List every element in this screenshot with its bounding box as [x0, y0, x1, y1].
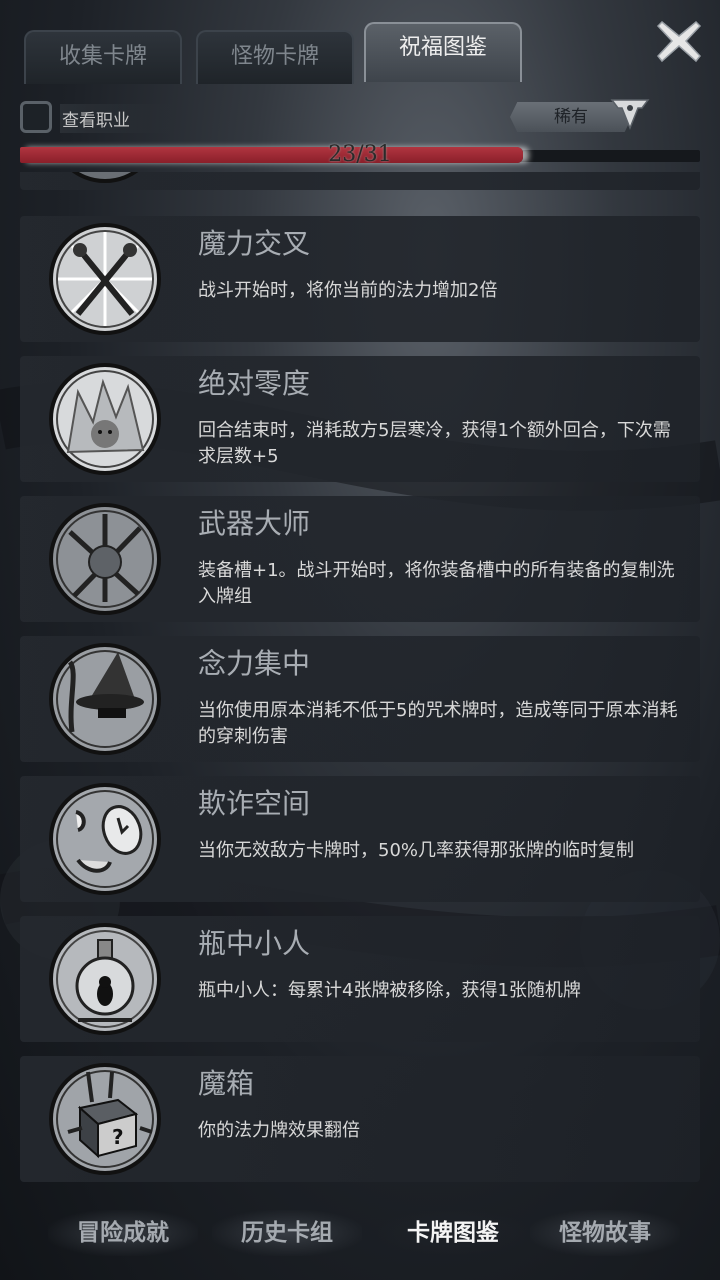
- blessing-name: 欺诈空间: [198, 787, 311, 820]
- progress-text: 23/31: [328, 142, 392, 167]
- blessing-name: 绝对零度: [198, 367, 311, 400]
- nav-adventure-achievements[interactable]: 冒险成就: [48, 1210, 198, 1256]
- crossed-wands-icon: [49, 223, 161, 335]
- list-item[interactable]: ? 魔箱 你的法力牌效果翻倍: [20, 1056, 700, 1182]
- view-class-label: 查看职业: [60, 104, 190, 133]
- collection-progress: 23/31: [20, 142, 700, 167]
- tab-monster-cards[interactable]: 怪物卡牌: [196, 30, 354, 84]
- blessing-name: 武器大师: [198, 507, 311, 540]
- blessing-list[interactable]: 魔力交叉 战斗开始时，将你当前的法力增加2倍 绝对零度 回合结束时，消耗敌方5层…: [20, 172, 700, 1190]
- top-tab-bar: 收集卡牌 怪物卡牌 祝福图鉴: [24, 22, 544, 84]
- blessing-description: 当你无效敌方卡牌时，50%几率获得那张牌的临时复制: [198, 840, 635, 861]
- chevron-down-icon: [610, 99, 650, 131]
- blessing-description: 你的法力牌效果翻倍: [198, 1120, 360, 1141]
- blessing-description: 战斗开始时，将你当前的法力增加2倍: [198, 280, 498, 301]
- bottle-imp-icon: [49, 923, 161, 1035]
- list-item[interactable]: 欺诈空间 当你无效敌方卡牌时，50%几率获得那张牌的临时复制: [20, 776, 700, 902]
- svg-text:?: ?: [112, 1125, 124, 1149]
- nav-history-decks[interactable]: 历史卡组: [212, 1210, 362, 1256]
- view-class-checkbox[interactable]: [20, 101, 52, 133]
- filter-row: 查看职业 稀有: [20, 98, 700, 136]
- blessing-portrait-icon: [71, 172, 139, 183]
- blessing-name: 魔箱: [198, 1067, 255, 1100]
- nav-monster-stories[interactable]: 怪物故事: [530, 1210, 680, 1256]
- close-icon[interactable]: [656, 18, 702, 64]
- blessing-name: 魔力交叉: [198, 227, 311, 260]
- rarity-dropdown[interactable]: 稀有: [510, 99, 670, 134]
- list-item[interactable]: 瓶中小人 瓶中小人：每累计4张牌被移除，获得1张随机牌: [20, 916, 700, 1042]
- blessing-description: 当你使用原本消耗不低于5的咒术牌时，造成等同于原本消耗的穿刺伤害: [198, 700, 678, 747]
- wizard-icon: [49, 643, 161, 755]
- list-item[interactable]: 武器大师 装备槽+1。战斗开始时，将你装备槽中的所有装备的复制洗入牌组: [20, 496, 700, 622]
- list-item[interactable]: [20, 172, 700, 190]
- blessing-description: 回合结束时，消耗敌方5层寒冷，获得1个额外回合，下次需求层数+5: [198, 420, 671, 467]
- magic-box-icon: ?: [49, 1063, 161, 1175]
- weapon-master-icon: [49, 503, 161, 615]
- blessing-name: 瓶中小人: [198, 927, 311, 960]
- blessing-description: 装备槽+1。战斗开始时，将你装备槽中的所有装备的复制洗入牌组: [198, 560, 675, 607]
- blessing-description: 瓶中小人：每累计4张牌被移除，获得1张随机牌: [198, 980, 581, 1001]
- bottom-nav: 冒险成就 历史卡组 卡牌图鉴 怪物故事: [0, 1198, 720, 1280]
- frozen-demon-icon: [49, 363, 161, 475]
- tab-collected-cards[interactable]: 收集卡牌: [24, 30, 182, 84]
- list-item[interactable]: 念力集中 当你使用原本消耗不低于5的咒术牌时，造成等同于原本消耗的穿刺伤害: [20, 636, 700, 762]
- blessing-name: 念力集中: [198, 647, 311, 680]
- list-item[interactable]: 魔力交叉 战斗开始时，将你当前的法力增加2倍: [20, 216, 700, 342]
- list-item[interactable]: 绝对零度 回合结束时，消耗敌方5层寒冷，获得1个额外回合，下次需求层数+5: [20, 356, 700, 482]
- nav-card-codex[interactable]: 卡牌图鉴: [378, 1210, 528, 1256]
- tab-blessing-codex[interactable]: 祝福图鉴: [364, 22, 522, 82]
- distorted-space-icon: [49, 783, 161, 895]
